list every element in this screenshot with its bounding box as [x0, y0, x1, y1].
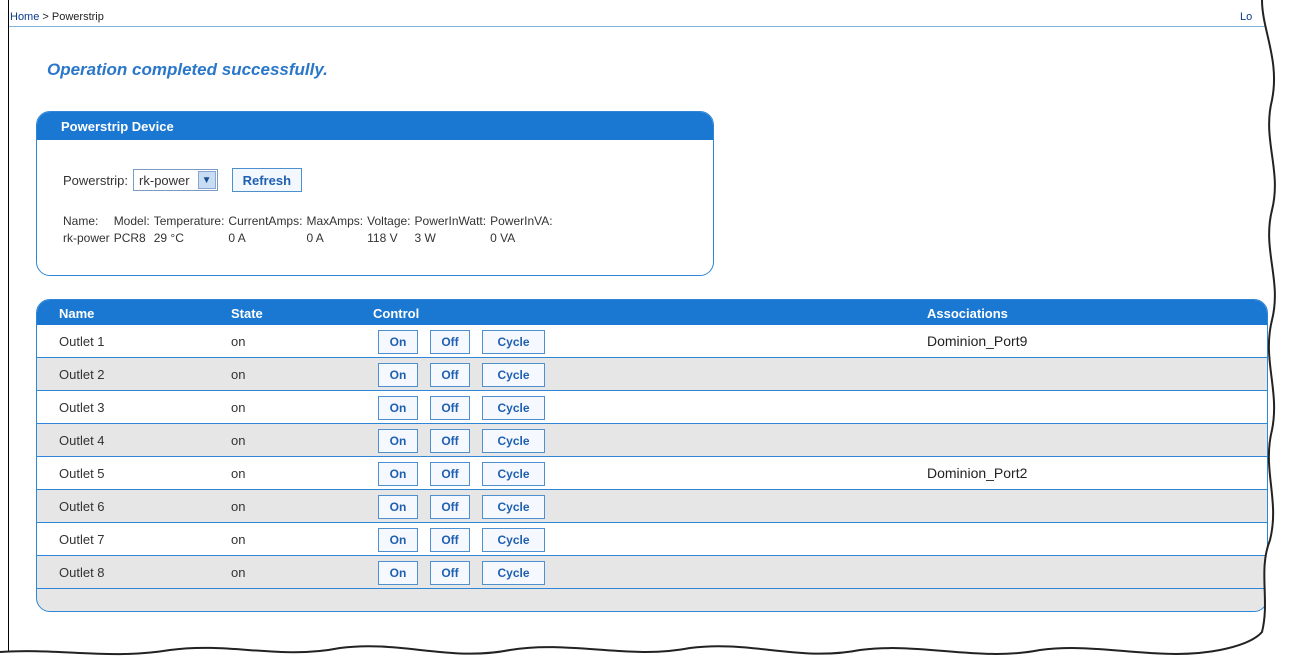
chevron-down-icon[interactable]: ▼	[197, 171, 216, 189]
breadcrumb-separator: >	[39, 11, 52, 23]
outlet-on-button[interactable]: On	[378, 528, 418, 552]
outlet-cycle-button[interactable]: Cycle	[482, 363, 545, 387]
table-row: Outlet 2 on On Off Cycle	[37, 358, 1267, 391]
device-info-header: MaxAmps:	[306, 214, 364, 228]
device-info-header: Temperature:	[153, 214, 225, 228]
device-info-header: PowerInVA:	[490, 214, 553, 228]
outlet-name: Outlet 3	[59, 400, 105, 415]
powerstrip-device-panel: Powerstrip Device Powerstrip: rk-power ▼…	[36, 111, 714, 276]
outlet-association: Dominion_Port2	[927, 465, 1028, 481]
device-info-value: rk-power	[63, 231, 110, 245]
outlet-name: Outlet 7	[59, 532, 105, 547]
device-info-header: Voltage:	[367, 214, 411, 228]
outlet-state: on	[231, 532, 246, 547]
powerstrip-select-value: rk-power	[139, 172, 190, 188]
refresh-button[interactable]: Refresh	[231, 168, 303, 192]
breadcrumb-bar	[9, 9, 1269, 27]
outlet-name: Outlet 4	[59, 433, 105, 448]
device-info-value: 29 °C	[153, 231, 184, 245]
outlet-cycle-button[interactable]: Cycle	[482, 462, 545, 486]
table-row: Outlet 4 on On Off Cycle	[37, 424, 1267, 457]
table-row: Outlet 5 on On Off Cycle Dominion_Port2	[37, 457, 1267, 490]
powerstrip-selector-row: Powerstrip: rk-power ▼ Refresh	[63, 168, 303, 192]
table-row: Outlet 6 on On Off Cycle	[37, 490, 1267, 523]
outlet-state: on	[231, 565, 246, 580]
device-info: Name: Model: Temperature: CurrentAmps: MaxAm…	[63, 214, 557, 248]
window-left-border	[0, 0, 9, 666]
outlet-state: on	[231, 499, 246, 514]
outlet-off-button[interactable]: Off	[430, 429, 470, 453]
table-row: Outlet 1 on On Off Cycle Dominion_Port9	[37, 325, 1267, 358]
outlet-cycle-button[interactable]: Cycle	[482, 429, 545, 453]
outlet-cycle-button[interactable]: Cycle	[482, 396, 545, 420]
outlet-cycle-button[interactable]: Cycle	[482, 561, 545, 585]
outlet-on-button[interactable]: On	[378, 462, 418, 486]
outlet-off-button[interactable]: Off	[430, 528, 470, 552]
outlet-name: Outlet 5	[59, 466, 105, 481]
table-row: Outlet 8 on On Off Cycle	[37, 556, 1267, 589]
outlet-off-button[interactable]: Off	[430, 561, 470, 585]
breadcrumb-current: Powerstrip	[51, 11, 104, 23]
device-info-value: 0 A	[228, 231, 246, 245]
table-row: Outlet 7 on On Off Cycle	[37, 523, 1267, 556]
powerstrip-label: Powerstrip:	[63, 172, 129, 188]
powerstrip-select[interactable]: rk-power ▼	[133, 169, 218, 191]
col-header-state: State	[231, 306, 263, 321]
outlet-cycle-button[interactable]: Cycle	[482, 495, 545, 519]
outlet-state: on	[231, 433, 246, 448]
outlets-table-body: Outlet 1 on On Off Cycle Dominion_Port9 Outlet…	[37, 325, 1267, 589]
outlets-table: Name State Control Associations Outlet 1…	[36, 299, 1268, 612]
device-info-header: Name:	[63, 214, 99, 228]
panel-title: Powerstrip Device	[37, 112, 713, 140]
outlet-on-button[interactable]: On	[378, 495, 418, 519]
outlet-on-button[interactable]: On	[378, 429, 418, 453]
outlet-name: Outlet 1	[59, 334, 105, 349]
outlet-state: on	[231, 400, 246, 415]
outlet-association: Dominion_Port9	[927, 333, 1028, 349]
table-row: Outlet 3 on On Off Cycle	[37, 391, 1267, 424]
device-info-value: 3 W	[414, 231, 436, 245]
device-info-header: PowerInWatt:	[414, 214, 487, 228]
outlet-cycle-button[interactable]: Cycle	[482, 528, 545, 552]
logout-link[interactable]: Lo	[1240, 11, 1252, 23]
device-info-headers: Name: Model: Temperature: CurrentAmps: MaxAm…	[63, 214, 557, 231]
outlet-on-button[interactable]: On	[378, 396, 418, 420]
device-info-value: PCR8	[113, 231, 146, 245]
outlet-off-button[interactable]: Off	[430, 330, 470, 354]
outlet-off-button[interactable]: Off	[430, 363, 470, 387]
outlet-off-button[interactable]: Off	[430, 495, 470, 519]
outlet-off-button[interactable]: Off	[430, 462, 470, 486]
outlet-name: Outlet 2	[59, 367, 105, 382]
outlet-off-button[interactable]: Off	[430, 396, 470, 420]
outlets-table-header: Name State Control Associations	[37, 300, 1267, 325]
device-info-values: rk-power PCR8 29 °C 0 A 0 A 118 V 3 W 0 VA	[63, 231, 557, 248]
outlet-cycle-button[interactable]: Cycle	[482, 330, 545, 354]
outlet-state: on	[231, 367, 246, 382]
col-header-name: Name	[59, 306, 95, 321]
outlet-name: Outlet 8	[59, 565, 105, 580]
outlet-state: on	[231, 334, 246, 349]
outlet-on-button[interactable]: On	[378, 330, 418, 354]
col-header-associations: Associations	[927, 306, 1008, 321]
device-info-value: 0 A	[306, 231, 324, 245]
device-info-value: 0 VA	[490, 231, 516, 245]
outlet-state: on	[231, 466, 246, 481]
device-info-header: CurrentAmps:	[228, 214, 303, 228]
breadcrumb-home-link[interactable]: Home	[10, 11, 39, 23]
outlet-on-button[interactable]: On	[378, 561, 418, 585]
device-info-value: 118 V	[367, 231, 398, 245]
device-info-header: Model:	[113, 214, 150, 228]
outlet-on-button[interactable]: On	[378, 363, 418, 387]
status-message: Operation completed successfully.	[47, 60, 328, 79]
outlet-name: Outlet 6	[59, 499, 105, 514]
breadcrumb: Home > Powerstrip	[10, 11, 104, 23]
col-header-control: Control	[373, 306, 420, 321]
